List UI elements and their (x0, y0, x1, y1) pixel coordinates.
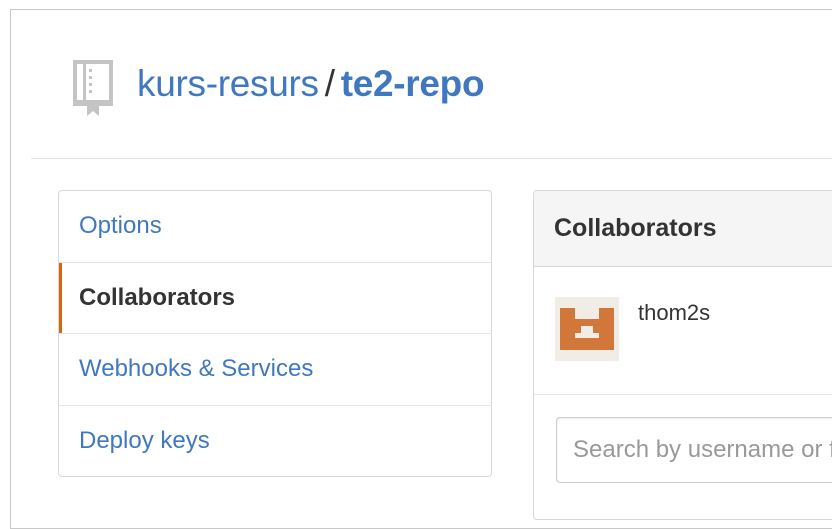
menu-item-deploy-keys[interactable]: Deploy keys (59, 406, 491, 477)
repo-book-icon (69, 56, 117, 120)
menu-item-webhooks-services[interactable]: Webhooks & Services (59, 334, 491, 406)
menu-item-label: Deploy keys (79, 427, 210, 455)
collaborators-panel-title: Collaborators (534, 191, 832, 267)
collaborator-search-input[interactable] (556, 417, 832, 483)
repo-path-separator: / (324, 63, 335, 104)
menu-item-label: Options (79, 212, 162, 240)
search-container (534, 395, 832, 483)
repo-owner-link[interactable]: kurs-resurs (137, 63, 319, 104)
menu-item-options[interactable]: Options (59, 191, 491, 263)
menu-item-collaborators[interactable]: Collaborators (59, 262, 491, 334)
repo-header: kurs-resurs / te2-repo (21, 10, 832, 158)
repo-title: kurs-resurs / te2-repo (137, 58, 485, 110)
repo-name-link[interactable]: te2-repo (341, 63, 485, 104)
settings-menu: Options Collaborators Webhooks & Service… (58, 190, 492, 477)
menu-item-label: Webhooks & Services (79, 355, 314, 383)
header-divider (31, 158, 832, 159)
collaborator-row: thom2s (534, 267, 832, 395)
collaborator-username[interactable]: thom2s (638, 300, 710, 326)
avatar[interactable] (555, 297, 619, 361)
menu-item-label: Collaborators (79, 283, 236, 311)
collaborators-panel: Collaborators thom2s (533, 190, 832, 520)
